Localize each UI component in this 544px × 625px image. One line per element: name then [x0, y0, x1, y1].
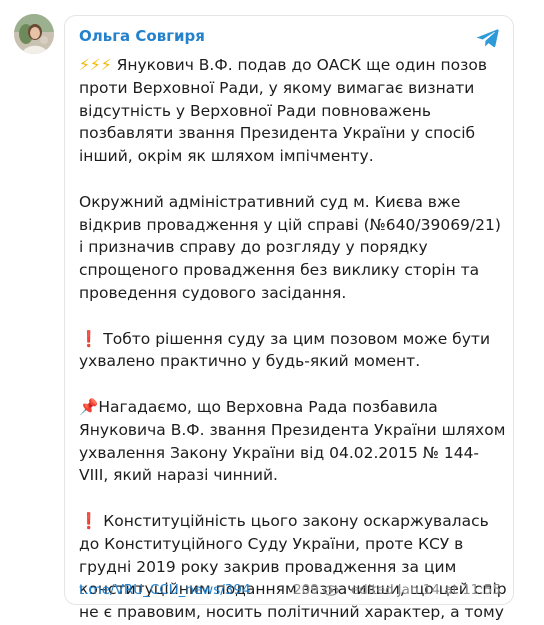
paragraph-4: 📌Нагадаємо, що Верховна Рада позбавила Я…: [79, 396, 507, 487]
paragraph-3-text: Тобто рішення суду за цим позовом може б…: [79, 329, 491, 371]
views-count: 209: [293, 582, 319, 598]
avatar-photo-icon: [14, 14, 54, 54]
paragraph-5-text: Конституційність цього закону оскаржувал…: [79, 511, 507, 622]
exclamation-icon: ❗: [79, 329, 99, 348]
message-text: ⚡⚡⚡ Янукович В.Ф. подав до ОАСК ще один …: [79, 54, 507, 625]
paragraph-4-text: Нагадаємо, що Верховна Рада позбавила Ян…: [79, 397, 506, 485]
paragraph-5: ❗ Конституційність цього закону оскаржув…: [79, 510, 507, 625]
lightning-icon: ⚡⚡⚡: [79, 56, 112, 74]
eye-icon: [322, 584, 339, 596]
paragraph-2: Окружний адміністративний суд м. Києва в…: [79, 191, 507, 305]
edited-label: edited: [350, 582, 394, 598]
paragraph-2-text: Окружний адміністративний суд м. Києва в…: [79, 192, 501, 302]
post-link[interactable]: t.me/VRU_CCU_news/394: [79, 582, 251, 598]
telegram-logo-icon[interactable]: [477, 28, 499, 48]
message-card: Ольга Совгиря ⚡⚡⚡ Янукович В.Ф. подав до…: [64, 15, 514, 621]
paragraph-1-text: Янукович В.Ф. подав до ОАСК ще один позо…: [79, 56, 488, 166]
message-meta: 209 edited Jan 14 at 11:55: [293, 582, 501, 598]
message-footer: t.me/VRU_CCU_news/394 209 edited Jan 14 …: [79, 582, 501, 600]
exclamation-icon: ❗: [79, 511, 99, 530]
paragraph-3: ❗ Тобто рішення суду за цим позовом може…: [79, 328, 507, 374]
author-avatar[interactable]: [14, 14, 54, 54]
author-name[interactable]: Ольга Совгиря: [79, 27, 205, 45]
pushpin-icon: 📌: [79, 397, 99, 416]
paragraph-1: ⚡⚡⚡ Янукович В.Ф. подав до ОАСК ще один …: [79, 54, 507, 168]
message-timestamp: Jan 14 at 11:55: [397, 582, 501, 598]
